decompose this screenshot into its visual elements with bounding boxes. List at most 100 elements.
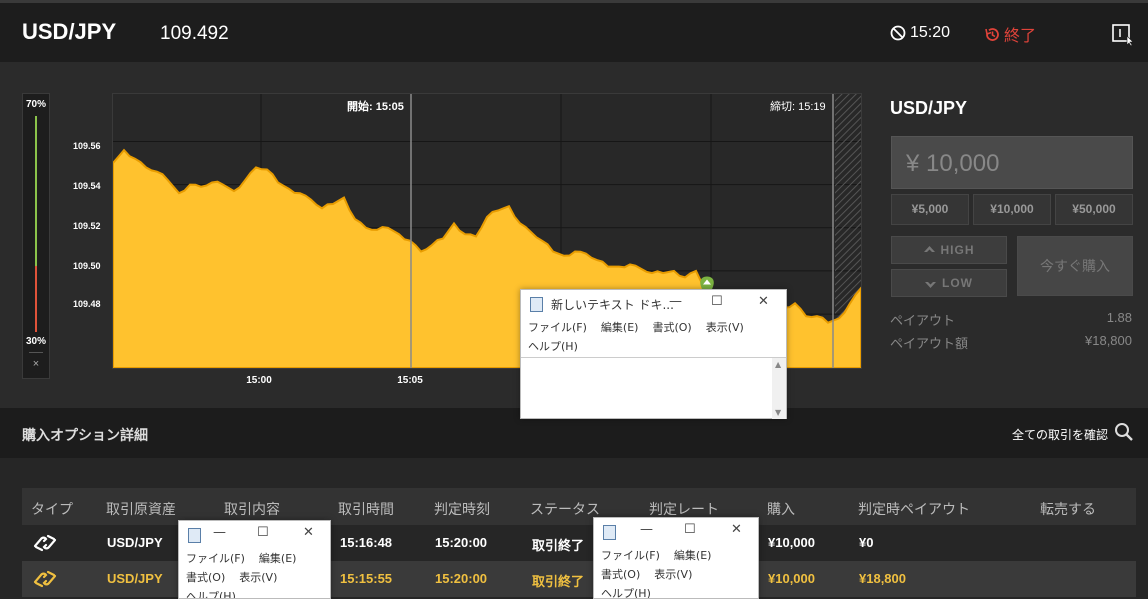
menu-view[interactable]: 表示(V)	[706, 321, 744, 334]
notepad-menu: ファイル(F) 編集(E)	[179, 549, 330, 568]
notepad-text-area[interactable]: ▲ ▼	[521, 357, 786, 419]
notepad-icon	[603, 525, 616, 540]
notepad-title: 新しいテキスト ドキ...	[551, 298, 674, 312]
notepad-window[interactable]: — ☐ ✕ ファイル(F) 編集(E) 書式(O) 表示(V) ヘルプ(H)	[593, 517, 759, 599]
notepad-menu-row2: 書式(O) 表示(V)	[594, 565, 758, 584]
trade-type-icon	[33, 570, 57, 588]
maximize-button[interactable]: ☐	[684, 522, 696, 537]
notepad-menu: ファイル(F) 編集(E)	[594, 546, 758, 565]
trade-type-icon	[33, 534, 57, 552]
notepad-icon	[188, 528, 201, 543]
close-button[interactable]: ✕	[303, 525, 314, 540]
timer: 15:20	[890, 24, 950, 42]
col-judge-time: 判定時刻	[434, 501, 490, 517]
ratio-divider	[29, 352, 43, 353]
notepad-menu: ファイル(F) 編集(E) 書式(O) 表示(V)	[521, 318, 786, 337]
x-tick: 15:00	[246, 375, 272, 386]
order-panel: USD/JPY ¥ 10,000 ¥5,000 ¥10,000 ¥50,000 …	[890, 62, 1134, 408]
menu-format[interactable]: 書式(O)	[652, 321, 691, 334]
ratio-close-icon[interactable]: ×	[23, 358, 49, 370]
menu-edit[interactable]: 編集(E)	[259, 552, 297, 565]
buy-now-button[interactable]: 今すぐ購入	[1017, 236, 1133, 296]
menu-file[interactable]: ファイル(F)	[528, 321, 587, 334]
menu-help[interactable]: ヘルプ(H)	[528, 340, 578, 353]
menu-view[interactable]: 表示(V)	[239, 571, 277, 584]
preset-50000-button[interactable]: ¥50,000	[1055, 194, 1133, 225]
high-arrow-icon	[923, 245, 935, 252]
y-tick: 109.52	[73, 221, 101, 231]
x-tick: 15:05	[397, 375, 423, 386]
col-time: 取引時間	[338, 501, 394, 517]
notepad-titlebar[interactable]: — ☐ ✕	[179, 521, 330, 549]
row-payout: ¥18,800	[859, 571, 906, 586]
close-button[interactable]: ✕	[731, 522, 742, 537]
col-content: 取引内容	[224, 501, 280, 517]
scroll-up-icon[interactable]: ▲	[775, 360, 781, 369]
row-asset: USD/JPY	[107, 571, 163, 586]
timer-text: 15:20	[910, 24, 951, 41]
notepad-scrollbar[interactable]: ▲ ▼	[772, 358, 786, 419]
menu-help[interactable]: ヘルプ(H)	[186, 590, 236, 598]
high-label: HIGH	[940, 243, 975, 257]
header-pair: USD/JPY	[22, 19, 117, 44]
row-payout: ¥0	[859, 535, 874, 550]
row-time: 15:16:48	[340, 535, 393, 550]
preset-5000-button[interactable]: ¥5,000	[891, 194, 969, 225]
notepad-icon	[530, 297, 543, 312]
notepad-titlebar[interactable]: — ☐ ✕	[594, 518, 758, 546]
low-label: LOW	[942, 276, 973, 290]
close-button[interactable]: ✕	[758, 294, 769, 309]
low-arrow-icon	[925, 281, 936, 288]
amount-presets: ¥5,000 ¥10,000 ¥50,000	[891, 194, 1133, 225]
menu-edit[interactable]: 編集(E)	[601, 321, 639, 334]
maximize-button[interactable]: ☐	[711, 294, 723, 309]
y-tick: 109.48	[73, 299, 101, 309]
view-all-trades-link[interactable]: 全ての取引を確認	[1012, 426, 1108, 443]
notepad-window[interactable]: — ☐ ✕ ファイル(F) 編集(E) 書式(O) 表示(V) ヘルプ(H)	[178, 520, 331, 599]
menu-view[interactable]: 表示(V)	[654, 568, 692, 581]
preset-10000-button[interactable]: ¥10,000	[973, 194, 1051, 225]
ratio-high-bar	[35, 116, 37, 266]
header-rate: 109.492	[160, 23, 229, 44]
notepad-window[interactable]: 新しいテキスト ドキ... — ☐ ✕ ファイル(F) 編集(E) 書式(O) 表示(…	[520, 289, 787, 419]
end-button[interactable]: 終了	[984, 22, 1036, 46]
minimize-button[interactable]: —	[669, 294, 682, 309]
notepad-titlebar[interactable]: 新しいテキスト ドキ... — ☐ ✕	[521, 290, 786, 318]
notepad-menu-row2: ヘルプ(H)	[521, 337, 786, 356]
panel-title: USD/JPY	[890, 98, 968, 118]
row-status: 取引終了	[532, 574, 585, 589]
notepad-menu-row3: ヘルプ(H)	[594, 584, 758, 598]
menu-format[interactable]: 書式(O)	[601, 568, 640, 581]
col-resell: 転売する	[1040, 501, 1096, 517]
search-icon[interactable]	[1114, 422, 1134, 442]
window-layout-icon[interactable]	[1112, 24, 1134, 46]
row-status: 取引終了	[532, 538, 585, 553]
menu-file[interactable]: ファイル(F)	[186, 552, 245, 565]
amount-input[interactable]: ¥ 10,000	[891, 136, 1133, 189]
col-payout: 判定時ペイアウト	[858, 501, 970, 517]
payout-amount-value: ¥18,800	[1085, 333, 1132, 348]
menu-edit[interactable]: 編集(E)	[674, 549, 712, 562]
menu-format[interactable]: 書式(O)	[186, 571, 225, 584]
low-button[interactable]: LOW	[891, 269, 1007, 297]
start-label: 開始: 15:05	[347, 99, 404, 113]
menu-help[interactable]: ヘルプ(H)	[601, 587, 651, 598]
row-judge-time: 15:20:00	[435, 571, 488, 586]
maximize-button[interactable]: ☐	[257, 525, 269, 540]
col-purchase: 購入	[767, 501, 795, 517]
col-status: ステータス	[530, 501, 600, 517]
high-button[interactable]: HIGH	[891, 236, 1007, 264]
minimize-button[interactable]: —	[640, 522, 653, 537]
row-purchase: ¥10,000	[768, 571, 815, 586]
history-icon	[985, 27, 999, 41]
trades-table: タイプ 取引原資産 取引内容 取引時間 判定時刻 ステータス 判定レート 購入 …	[0, 458, 1148, 599]
y-tick: 109.56	[73, 141, 101, 151]
row-judge-time: 15:20:00	[435, 535, 488, 550]
scroll-down-icon[interactable]: ▼	[775, 408, 781, 417]
top-bar: USD/JPY 109.492 15:20 終了	[0, 0, 1148, 62]
col-type: タイプ	[31, 501, 73, 517]
col-asset: 取引原資産	[106, 501, 176, 517]
minimize-button[interactable]: —	[213, 525, 226, 540]
menu-file[interactable]: ファイル(F)	[601, 549, 660, 562]
close-label: 締切: 15:19	[770, 99, 826, 113]
